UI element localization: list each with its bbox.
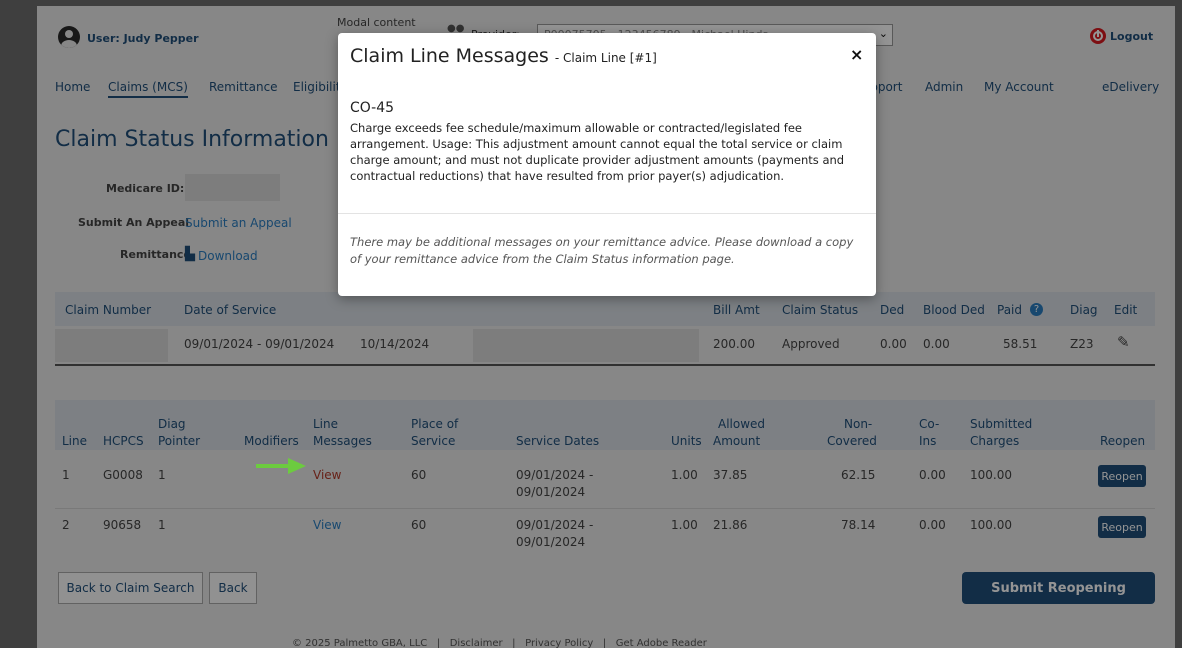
modal-note: There may be additional messages on your… xyxy=(350,235,854,266)
modal-title-text: Claim Line Messages xyxy=(350,45,549,67)
modal-subtitle: - Claim Line [#1] xyxy=(554,51,657,65)
adjustment-code: CO-45 xyxy=(350,100,395,116)
adjustment-description: Charge exceeds fee schedule/maximum allo… xyxy=(350,121,845,183)
annotation-arrow-icon xyxy=(256,458,306,474)
claim-line-messages-modal: Claim Line Messages - Claim Line [#1] × … xyxy=(338,33,876,296)
modal-divider xyxy=(338,213,876,214)
close-icon[interactable]: × xyxy=(850,45,863,64)
modal-title: Claim Line Messages - Claim Line [#1] xyxy=(350,45,657,67)
